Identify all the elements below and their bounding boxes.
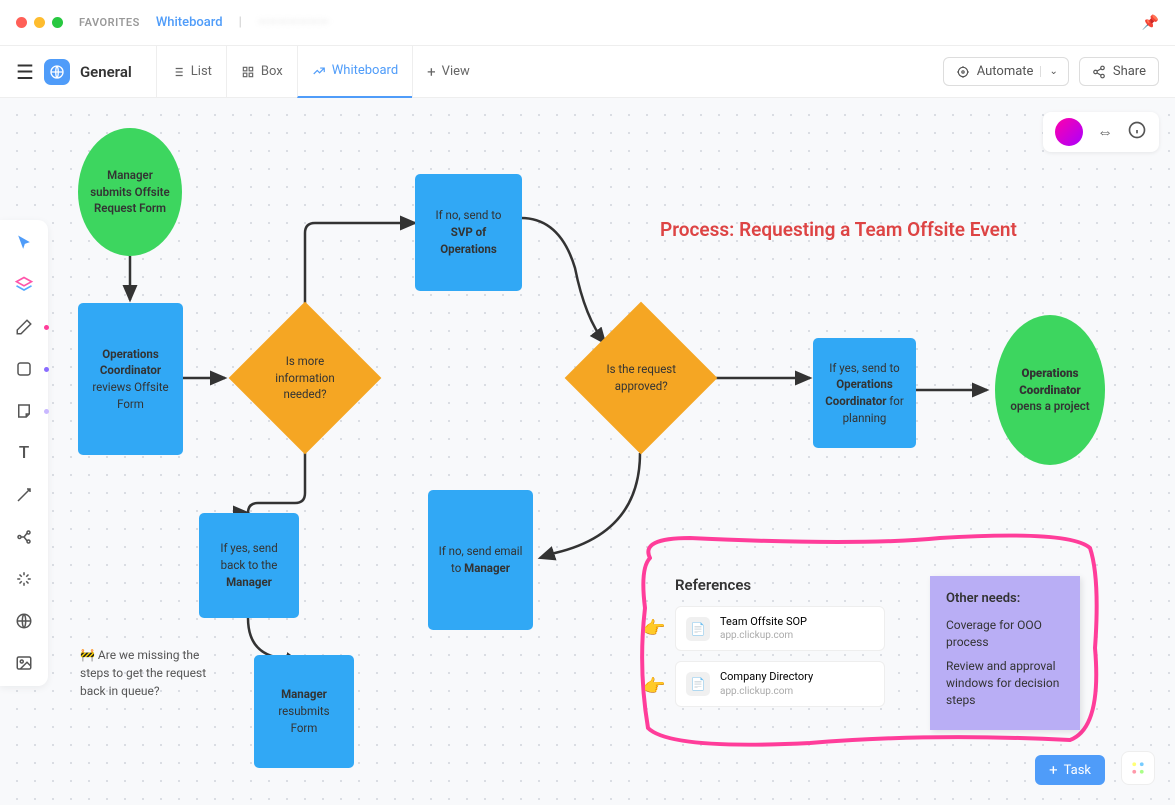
layers-tool-icon[interactable] [13, 274, 35, 296]
doc-icon: 📄 [686, 617, 710, 641]
favorites-label: FAVORITES [79, 16, 140, 29]
text-tool-icon[interactable]: T [13, 442, 35, 464]
node-sendback[interactable]: If yes, send back to the Manager [199, 513, 299, 618]
shape-tool-icon[interactable] [13, 358, 35, 380]
traffic-lights[interactable] [16, 17, 63, 28]
page-title: General [80, 63, 132, 81]
pin-icon[interactable]: 📌 [1142, 15, 1159, 31]
space-icon[interactable] [44, 59, 70, 85]
node-decision-approved[interactable]: Is the request approved? [565, 302, 718, 455]
page-header: ☰ General List Box Whiteboard +View Auto… [0, 46, 1175, 98]
node-svp[interactable]: If no, send to SVP of Operations [415, 174, 522, 291]
tool-sidebar: T [0, 220, 48, 686]
process-title: Process: Requesting a Team Offsite Event [660, 218, 1017, 241]
share-button[interactable]: Share [1079, 57, 1159, 86]
pointer-icon: 👉 [643, 676, 665, 697]
chevron-down-icon: ⌄ [1040, 66, 1061, 77]
reference-link[interactable]: 📄 Team Offsite SOPapp.clickup.com [675, 606, 885, 651]
node-start[interactable]: Manager submits Offsite Request Form [78, 128, 182, 256]
cursor-tool-icon[interactable] [13, 232, 35, 254]
comment-note[interactable]: 🚧 Are we missing the steps to get the re… [80, 646, 220, 700]
tab-list[interactable]: List [156, 46, 226, 98]
node-planning[interactable]: If yes, send to Operations Coordinator f… [813, 338, 916, 448]
mindmap-tool-icon[interactable] [13, 526, 35, 548]
view-tabs: List Box Whiteboard +View [156, 46, 484, 98]
node-end[interactable]: Operations Coordinator opens a project [995, 315, 1105, 465]
references-panel: References 👉 📄 Team Offsite SOPapp.click… [675, 576, 885, 717]
pointer-icon: 👉 [643, 618, 665, 639]
image-tool-icon[interactable] [13, 652, 35, 674]
whiteboard-canvas[interactable]: Manager submits Offsite Request Form Ope… [0, 98, 1175, 805]
sticky-note[interactable]: Other needs: Coverage for OOO processRev… [930, 576, 1080, 730]
apps-button[interactable] [1121, 751, 1155, 785]
reference-link[interactable]: 📄 Company Directoryapp.clickup.com [675, 661, 885, 706]
tab-add-view[interactable]: +View [412, 46, 484, 98]
info-icon[interactable] [1127, 120, 1147, 144]
breadcrumb-redacted: ——————— [258, 15, 329, 30]
menu-icon[interactable]: ☰ [16, 60, 34, 84]
fit-width-icon[interactable]: ⇔ [1097, 122, 1113, 142]
doc-icon: 📄 [686, 672, 710, 696]
breadcrumb-whiteboard[interactable]: Whiteboard [156, 15, 223, 30]
new-task-button[interactable]: +Task [1035, 755, 1105, 785]
canvas-controls: ⇔ [1043, 112, 1159, 152]
node-email[interactable]: If no, send email to Manager [428, 490, 533, 630]
note-tool-icon[interactable] [13, 400, 35, 422]
node-decision-info[interactable]: Is more information needed? [229, 302, 382, 455]
tab-whiteboard[interactable]: Whiteboard [297, 46, 412, 98]
user-avatar[interactable] [1055, 118, 1083, 146]
automate-button[interactable]: Automate⌄ [943, 57, 1069, 86]
pen-tool-icon[interactable] [13, 316, 35, 338]
node-review[interactable]: Operations Coordinator reviews Offsite F… [78, 303, 183, 455]
references-title: References [675, 576, 885, 594]
node-resubmit[interactable]: Manager resubmits Form [254, 655, 354, 768]
connector-tool-icon[interactable] [13, 484, 35, 506]
sparkle-tool-icon[interactable] [13, 568, 35, 590]
embed-tool-icon[interactable] [13, 610, 35, 632]
tab-box[interactable]: Box [226, 46, 297, 98]
window-chrome: FAVORITES Whiteboard | ——————— 📌 [0, 0, 1175, 46]
